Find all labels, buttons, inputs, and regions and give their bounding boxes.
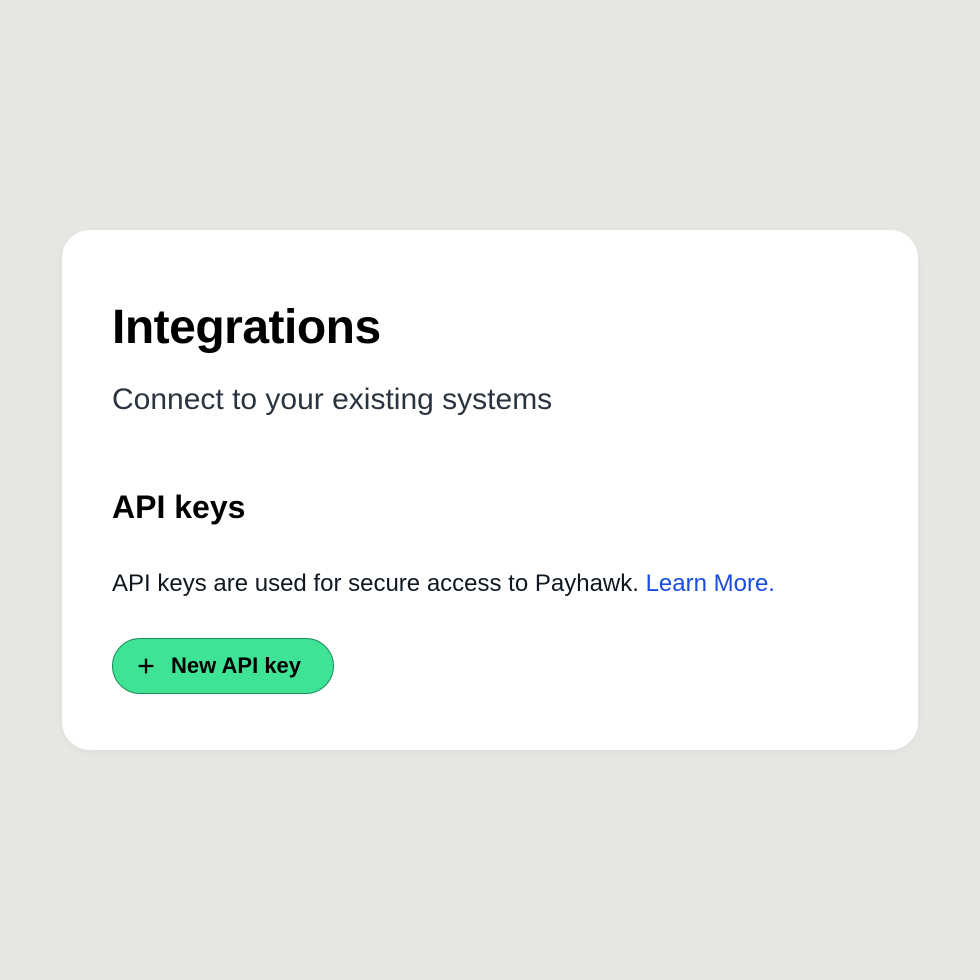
page-subtitle: Connect to your existing systems (112, 383, 868, 417)
api-keys-description: API keys are used for secure access to P… (112, 570, 868, 598)
page-title: Integrations (112, 300, 868, 355)
api-keys-heading: API keys (112, 489, 868, 526)
plus-icon (135, 655, 157, 677)
api-keys-description-text: API keys are used for secure access to P… (112, 570, 646, 597)
learn-more-link[interactable]: Learn More. (646, 570, 775, 597)
new-api-key-button[interactable]: New API key (112, 638, 334, 694)
integrations-card: Integrations Connect to your existing sy… (62, 230, 918, 750)
new-api-key-button-label: New API key (171, 653, 301, 679)
